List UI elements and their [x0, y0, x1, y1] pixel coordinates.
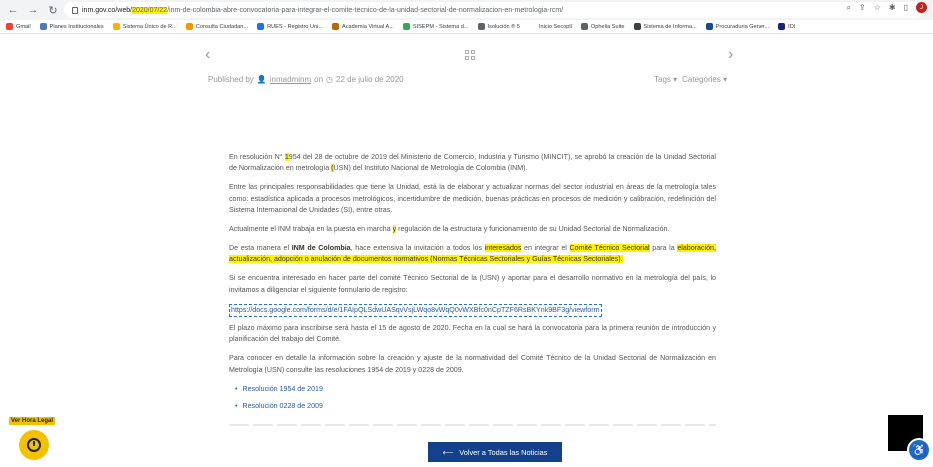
bookmark-item[interactable]: IDI — [778, 23, 795, 30]
bookmark-favicon-icon — [257, 23, 265, 30]
on-label: on — [314, 75, 324, 84]
bookmark-label: SISEPM - Sistema d... — [412, 23, 469, 30]
bookmark-label: Inicio Secopll — [538, 23, 572, 30]
bookmark-label: Planes Institucionales — [49, 23, 104, 30]
bookmarks-bar: Gmail Planes Institucionales Sistema Único… — [0, 20, 933, 34]
bookmark-item[interactable]: Planes Institucionales — [39, 23, 104, 30]
address-bar[interactable]: inm.gov.co/web/ 2020/07/22 /inm-de-colom… — [64, 2, 924, 18]
author-link[interactable]: inmadminm — [270, 75, 311, 84]
bookmark-label: Sistema Único de R... — [122, 23, 177, 30]
hora-legal-widget[interactable]: Ver Hora Legal — [9, 417, 56, 460]
forward-arrow-icon[interactable]: → — [26, 3, 40, 17]
paragraph-resolutions-info: Para conocer en detalle la información s… — [229, 354, 716, 374]
paragraph-responsibilities: Entre las principales responsabilidades … — [229, 183, 716, 215]
bookmark-favicon-icon — [528, 23, 536, 30]
profile-avatar[interactable]: J — [916, 2, 927, 13]
bookmark-item[interactable]: Isolución ® 5 — [477, 23, 520, 30]
bookmark-favicon-icon — [39, 23, 47, 30]
bookmark-favicon-icon — [705, 23, 713, 30]
all-posts-grid-icon[interactable] — [465, 50, 475, 60]
published-by-label: Published by — [208, 75, 254, 84]
bookmark-favicon-icon — [633, 23, 641, 30]
paragraph-invitation: De esta manera el INM de Colombia, hace … — [229, 243, 716, 264]
bookmark-label: RUES - Registro Uni... — [267, 23, 324, 30]
bookmark-item[interactable]: RUES - Registro Uni... — [257, 23, 323, 30]
extension-icon[interactable]: ✱ — [889, 3, 896, 12]
url-suffix: /inm-de-colombia-abre-convocatoria-para-… — [167, 6, 564, 14]
post-date: 22 de julio de 2020 — [336, 75, 404, 84]
bookmark-label: Sistema de Informa... — [643, 23, 697, 30]
paragraph-registration: Si se encuentra interesado en hacer part… — [229, 274, 716, 294]
bookmark-favicon-icon — [477, 23, 485, 30]
bookmark-favicon-icon — [185, 23, 193, 30]
back-arrow-icon[interactable]: ← — [6, 3, 20, 17]
clock-icon: ◷ — [326, 75, 334, 84]
lock-icon — [72, 6, 78, 14]
back-to-news-button[interactable]: ⟵ Volver a Todas las Noticias — [428, 442, 562, 462]
resolutions-list: Resolución 1954 de 2019 Resolución 0228 … — [235, 384, 716, 413]
bookmark-label: Isolución ® 5 — [487, 23, 520, 30]
divider — [229, 424, 716, 426]
bookmark-label: Ophelia Suite — [590, 23, 625, 30]
tags-dropdown[interactable]: Tags ▾ — [654, 75, 677, 84]
bookmark-label: Consulta Ciudadan... — [195, 23, 249, 30]
post-meta: Published by 👤 inmadminm on ◷ 22 de juli… — [208, 75, 404, 84]
hora-legal-label[interactable]: Ver Hora Legal — [9, 417, 56, 425]
bookmark-favicon-icon — [778, 23, 786, 30]
toolbar-icons: ⌕ ⇪ ☆ ✱ ▯ J — [847, 2, 927, 13]
bookmark-item[interactable]: Academia Virtual A... — [332, 23, 394, 30]
user-icon: 👤 — [256, 75, 267, 84]
sidebar-icon[interactable]: ▯ — [904, 3, 908, 12]
bookmark-favicon-icon — [112, 23, 120, 30]
bookmark-item[interactable]: Inicio Secopll — [528, 23, 572, 30]
paragraph-resolution: En resolución N° 1954 del 28 de octubre … — [229, 153, 716, 173]
share-icon[interactable]: ⇪ — [859, 3, 866, 12]
article-body: En resolución N° 1954 del 28 de octubre … — [229, 152, 716, 418]
browser-toolbar: ← → ↻ ⌂ inm.gov.co/web/ 2020/07/22 /inm-… — [0, 0, 933, 20]
bookmark-item[interactable]: Sistema Único de R... — [112, 23, 177, 30]
registration-form-link[interactable]: https://docs.google.com/forms/d/e/1FAIpQ… — [229, 303, 602, 317]
resolution-link[interactable]: Resolución 1954 de 2019 — [235, 384, 716, 395]
url-prefix: inm.gov.co/web/ — [82, 6, 133, 14]
categories-dropdown[interactable]: Categories ▾ — [682, 75, 727, 84]
bookmark-favicon-icon — [402, 23, 410, 30]
next-post-chevron-icon[interactable]: › — [728, 46, 733, 64]
bookmark-favicon-icon — [332, 23, 340, 30]
bookmark-item[interactable]: Consulta Ciudadan... — [185, 23, 249, 30]
back-to-news-label: Volver a Todas las Noticias — [459, 447, 548, 457]
url-date-highlight: 2020/07/22 — [132, 6, 168, 14]
paragraph-deadline: El plazo máximo para inscribirse será ha… — [229, 323, 716, 344]
clock-icon[interactable] — [19, 430, 49, 460]
bookmark-favicon-icon — [580, 23, 588, 30]
previous-post-chevron-icon[interactable]: ‹ — [205, 46, 210, 64]
bookmark-label: Academia Virtual A... — [342, 23, 394, 30]
star-icon[interactable]: ☆ — [874, 3, 881, 12]
accessibility-icon[interactable]: ♿ — [907, 438, 931, 462]
search-icon[interactable]: ⌕ — [847, 3, 851, 13]
bookmark-label: IDI — [788, 23, 796, 30]
arrow-left-icon: ⟵ — [442, 447, 454, 457]
form-link-row: https://docs.google.com/forms/d/e/1FAIpQ… — [229, 303, 716, 317]
paragraph-current-work: Actualmente el INM trabaja en la puesta … — [229, 225, 670, 234]
bookmark-item[interactable]: Procuraduria Gener... — [705, 23, 770, 30]
bookmark-label: Gmail — [16, 23, 31, 30]
post-navigation: ‹ › — [0, 46, 933, 66]
post-taxonomy: Tags ▾ Categories ▾ — [654, 75, 727, 84]
bookmark-favicon-icon — [6, 23, 13, 30]
bookmark-item[interactable]: Ophelia Suite — [580, 23, 625, 30]
bookmark-item[interactable]: Gmail — [6, 23, 31, 30]
bookmark-item[interactable]: SISEPM - Sistema d... — [402, 23, 469, 30]
bookmark-label: Procuraduria Gener... — [715, 23, 770, 30]
resolution-link[interactable]: Resolución 0228 de 2009 — [235, 401, 716, 412]
reload-icon[interactable]: ↻ — [46, 3, 60, 17]
bookmark-item[interactable]: Sistema de Informa... — [633, 23, 697, 30]
